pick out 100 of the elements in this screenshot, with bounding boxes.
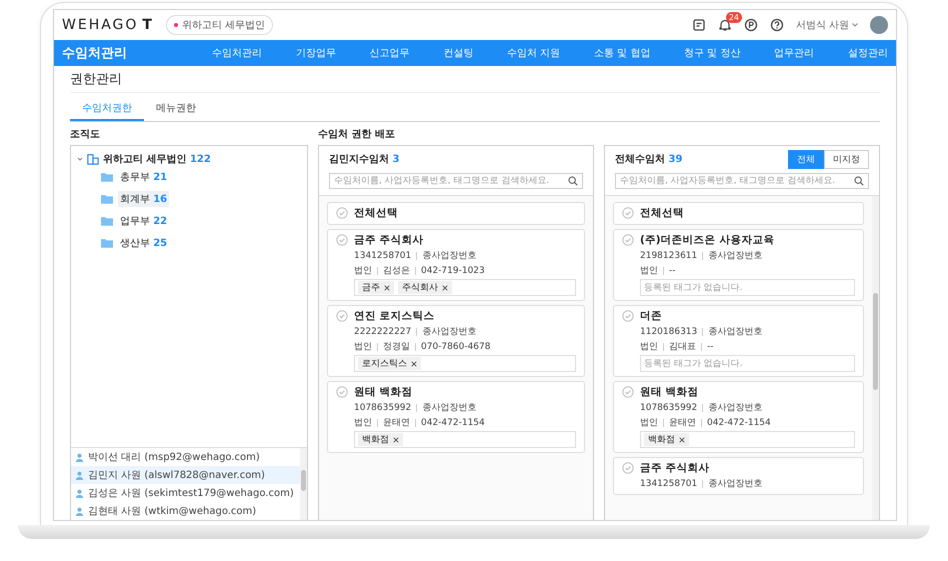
phone-number: 042-472-1154: [707, 418, 771, 428]
business-number: 2198123611: [640, 250, 698, 260]
tree-item[interactable]: 생산부 25: [118, 235, 170, 251]
branch-number-label: 종사업장번호: [708, 326, 762, 338]
panel-title: 전체수임처 39: [615, 153, 682, 166]
tree-item[interactable]: 회계부 16: [118, 191, 170, 207]
bell-icon[interactable]: [718, 18, 732, 32]
avatar[interactable]: [870, 16, 888, 34]
business-number: 2222222227: [354, 326, 412, 336]
client-name: 원태 백화점: [640, 385, 699, 399]
branch-number-label: 종사업장번호: [708, 402, 762, 414]
check-icon[interactable]: [622, 462, 634, 474]
notification-badge: 24: [726, 12, 742, 23]
check-icon[interactable]: [336, 234, 348, 246]
page-title: 권한관리: [70, 70, 880, 93]
representative: 정경일: [383, 341, 410, 353]
select-all-label: 전체선택: [354, 206, 398, 220]
select-all-card[interactable]: 전체선택: [613, 202, 864, 225]
folder-icon: [101, 216, 113, 226]
tag-chip[interactable]: 로지스틱스: [358, 357, 421, 370]
select-all-card[interactable]: 전체선택: [327, 202, 585, 225]
client-card[interactable]: 더존 1120186313 종사업장번호 법인 김대표 -- 등록된 태그가 없습니다.: [613, 305, 864, 377]
representative: 김대표: [669, 341, 696, 353]
person-icon: [75, 470, 84, 480]
memo-icon[interactable]: [692, 18, 706, 32]
tree-item[interactable]: 업무부 22: [118, 213, 170, 229]
remove-icon[interactable]: [384, 284, 390, 290]
user-name: 김현태 사원 (wtkim@wehago.com): [88, 505, 256, 518]
client-card[interactable]: 원태 백화점 1078635992 종사업장번호 법인 윤태연 042-472-1154 백화점: [613, 381, 864, 453]
representative: 윤태연: [383, 417, 410, 429]
search-field[interactable]: 수임처이름, 사업자등록번호, 태그명으로 검색하세요.: [615, 173, 869, 189]
branch-number-label: 종사업장번호: [708, 250, 762, 262]
expand-caret-icon[interactable]: [77, 156, 83, 162]
logo: WEHAGO T: [62, 17, 154, 33]
search-field[interactable]: 수임처이름, 사업자등록번호, 태그명으로 검색하세요.: [329, 173, 583, 189]
company-type: 법인: [354, 417, 372, 429]
remove-icon[interactable]: [679, 436, 685, 442]
user-name: 박이선 대리 (msp92@wehago.com): [88, 451, 260, 464]
client-name: 더존: [640, 309, 662, 323]
tree-item[interactable]: 총무부 21: [118, 169, 170, 185]
remove-icon[interactable]: [411, 360, 417, 366]
search-icon[interactable]: [854, 176, 864, 186]
check-icon[interactable]: [336, 207, 348, 219]
user-row[interactable]: 박이선 대리 (msp92@wehago.com): [71, 448, 300, 466]
person-icon: [75, 452, 84, 462]
business-number: 1341258701: [640, 478, 698, 488]
tag-field[interactable]: 금주 주식회사: [354, 279, 576, 296]
tag-field[interactable]: 백화점: [354, 431, 576, 448]
filter-button[interactable]: 미지정: [824, 150, 869, 168]
user-row[interactable]: 김성은 사원 (sekimtest179@wehago.com): [71, 484, 300, 502]
client-card[interactable]: 금주 주식회사 1341258701 종사업장번호 법인 김성은 042-719-1023 금주 주식회사: [327, 229, 585, 301]
tag-chip[interactable]: 백화점: [358, 433, 403, 446]
panel-title: 김민지수임처 3: [329, 153, 400, 166]
tag-chip[interactable]: 백화점: [644, 433, 689, 446]
representative: 김성은: [383, 265, 410, 277]
company-chip[interactable]: 위하고티 세무법인: [166, 15, 274, 35]
client-name: 원태 백화점: [354, 385, 413, 399]
scrollbar[interactable]: [300, 448, 307, 520]
check-icon[interactable]: [622, 234, 634, 246]
caret-icon: [852, 23, 858, 27]
company-type: 법인: [640, 417, 658, 429]
search-icon[interactable]: [568, 176, 578, 186]
client-name: 금주 주식회사: [640, 461, 710, 475]
client-card[interactable]: 연진 로지스틱스 2222222227 종사업장번호 법인 정경일 070-7860-4678 로지스틱스: [327, 305, 585, 377]
check-icon[interactable]: [622, 310, 634, 322]
client-card[interactable]: 원태 백화점 1078635992 종사업장번호 법인 윤태연 042-472-1154 백화점: [327, 381, 585, 453]
client-name: (주)더존비즈온 사용자교육: [640, 233, 774, 247]
check-icon[interactable]: [622, 386, 634, 398]
building-icon: [87, 153, 99, 165]
user-row[interactable]: 김현태 사원 (wtkim@wehago.com): [71, 502, 300, 520]
user-row[interactable]: 김민지 사원 (alswl7828@naver.com): [71, 466, 300, 484]
check-icon[interactable]: [622, 207, 634, 219]
client-card[interactable]: 금주 주식회사 1341258701 종사업장번호: [613, 457, 864, 495]
check-icon[interactable]: [336, 310, 348, 322]
remove-icon[interactable]: [393, 436, 399, 442]
section-title: 수임처 권한 배포: [318, 128, 396, 142]
tab[interactable]: 메뉴권한: [144, 97, 208, 121]
client-name: 연진 로지스틱스: [354, 309, 435, 323]
help-icon[interactable]: [770, 18, 784, 32]
folder-icon: [101, 172, 113, 182]
user-menu[interactable]: 서범식 사원: [796, 18, 858, 32]
points-icon[interactable]: [744, 18, 758, 32]
user-name: 김성은 사원 (sekimtest179@wehago.com): [88, 487, 294, 500]
tag-field[interactable]: 백화점: [640, 431, 855, 448]
module-title: 수임처관리: [62, 45, 128, 62]
person-icon: [75, 506, 84, 516]
tree-item[interactable]: 위하고티 세무법인 122: [103, 152, 211, 166]
scrollbar[interactable]: [872, 196, 879, 520]
branch-number-label: 종사업장번호: [422, 250, 476, 262]
tag-field[interactable]: 로지스틱스: [354, 355, 576, 372]
phone-number: --: [707, 342, 714, 352]
client-card[interactable]: (주)더존비즈온 사용자교육 2198123611 종사업장번호 법인 -- 등록된 태그가 없습니다.: [613, 229, 864, 301]
check-icon[interactable]: [336, 386, 348, 398]
empty-tags-text: 등록된 태그가 없습니다.: [644, 358, 743, 370]
tag-chip[interactable]: 금주: [358, 281, 394, 294]
business-number: 1078635992: [354, 402, 412, 412]
tag-chip[interactable]: 주식회사: [398, 281, 452, 294]
remove-icon[interactable]: [442, 284, 448, 290]
phone-number: 070-7860-4678: [421, 342, 490, 352]
phone-number: 042-472-1154: [421, 418, 485, 428]
